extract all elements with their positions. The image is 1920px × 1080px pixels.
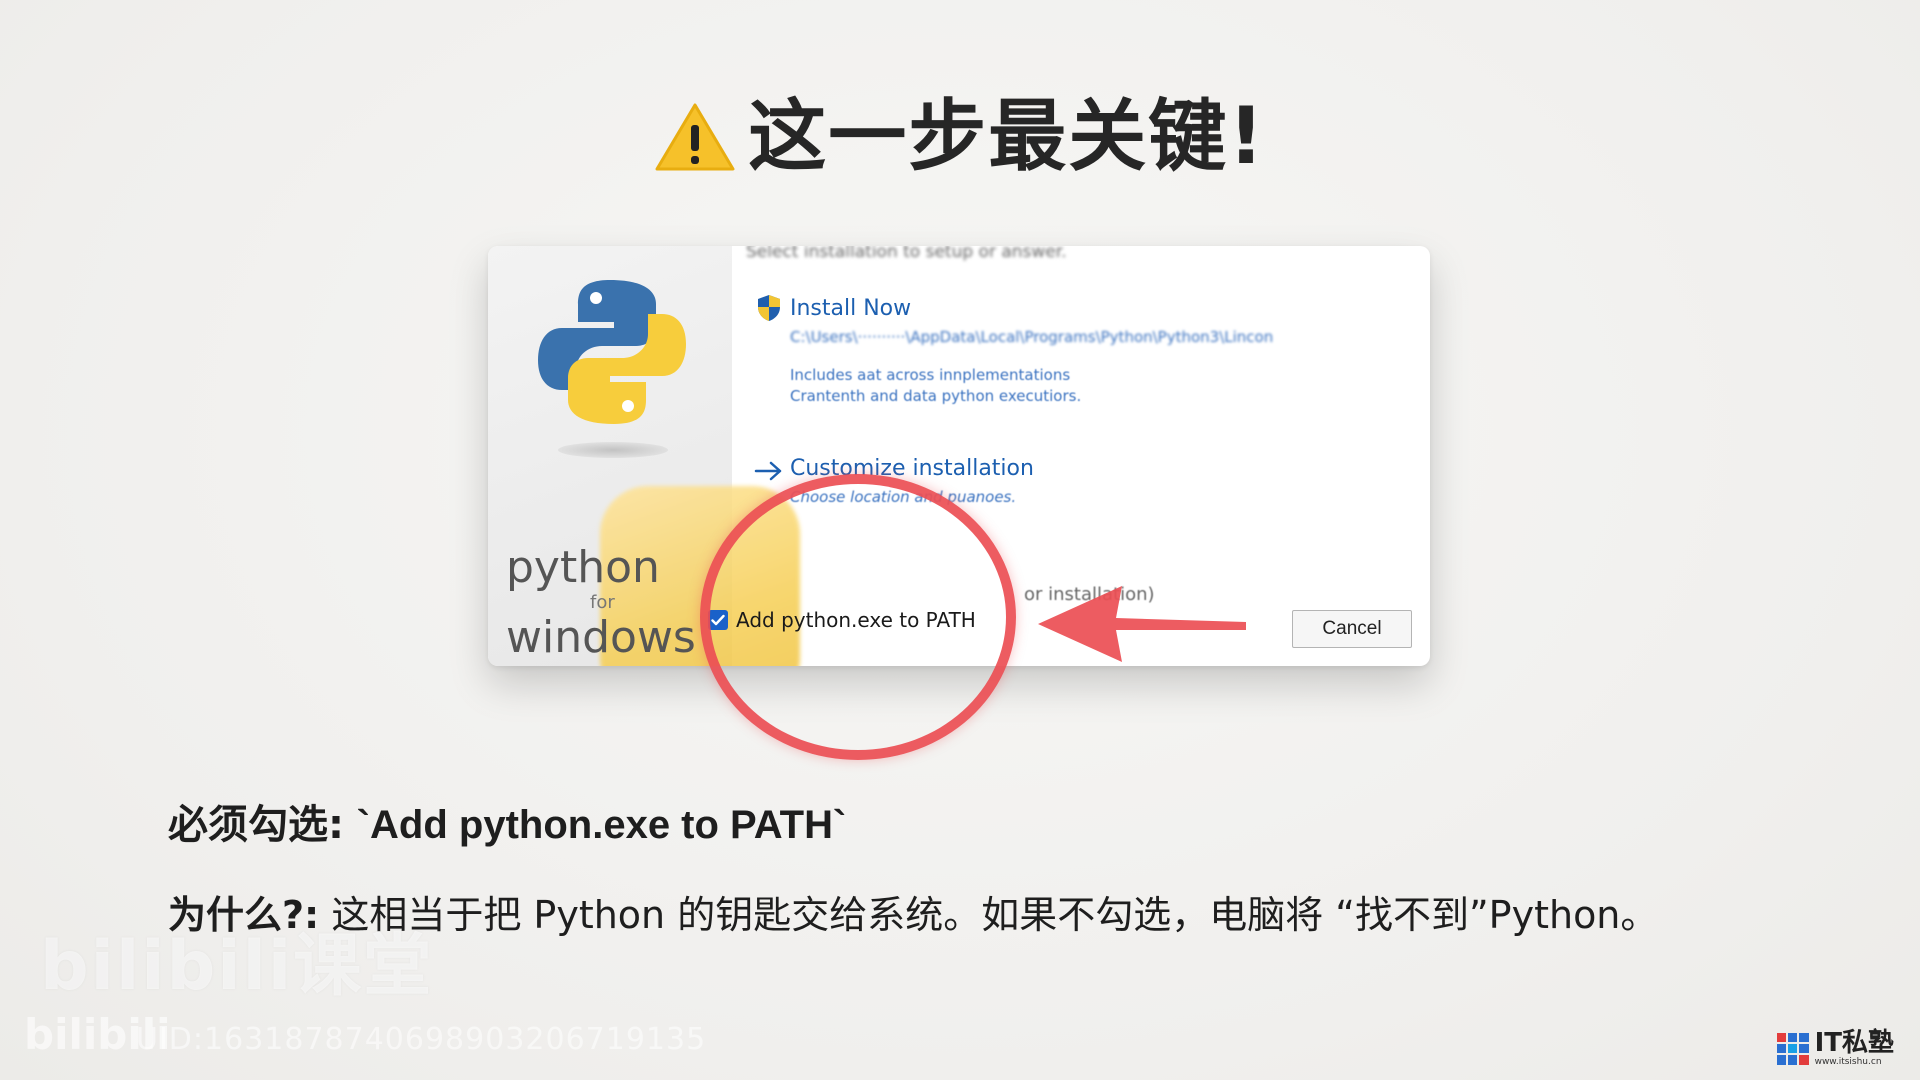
it-sishu-logo-text: IT私塾 www.itsishu.cn	[1815, 1030, 1894, 1067]
wordmark-python: python	[506, 542, 660, 593]
installer-options-panel: Select installation to setup or answer. …	[708, 246, 1430, 666]
uac-shield-icon	[758, 295, 780, 321]
reason-text: 这相当于把 Python 的钥匙交给系统。如果不勾选，电脑将 “找不到”Pyth…	[331, 893, 1659, 937]
uid-watermark: UID:1631878740698903206719135	[136, 1022, 707, 1057]
it-sishu-name: IT私塾	[1814, 1028, 1894, 1058]
slide-title-row: 这一步最关键!	[0, 98, 1920, 176]
wordmark-windows: windows	[506, 612, 696, 663]
python-logo-icon	[538, 280, 686, 424]
install-description-line2: Crantenth and data python executiors.	[790, 387, 1082, 405]
bilibili-watermark: bilibili课堂	[40, 927, 434, 1006]
it-sishu-url: www.itsishu.cn	[1814, 1057, 1882, 1067]
installer-side-panel: python for windows	[488, 246, 800, 666]
add-to-path-row[interactable]: Add python.exe to PATH	[708, 608, 976, 632]
installer-option-text: or installation)	[1024, 584, 1155, 605]
wordmark-for: for	[590, 592, 615, 613]
add-to-path-checkbox[interactable]	[708, 610, 728, 630]
installer-heading: Select installation to setup or answer.	[746, 246, 1067, 262]
warning-icon	[655, 103, 735, 171]
customize-installation-option[interactable]: Customize installation	[790, 456, 1034, 481]
instruction-line: 必须勾选: `Add python.exe to PATH`	[168, 792, 846, 850]
checkmark-icon	[711, 614, 725, 626]
python-for-windows-wordmark: python for windows	[506, 546, 696, 660]
cancel-button[interactable]: Cancel	[1292, 610, 1412, 648]
install-now-option[interactable]: Install Now	[790, 296, 911, 321]
installer-dialog: python for windows Select installation t…	[488, 246, 1430, 666]
install-path-text: C:\Users\··········\AppData\Local\Progra…	[790, 328, 1274, 346]
slide: 这一步最关键! python for windows Select instal…	[0, 0, 1920, 1080]
arrow-right-icon	[754, 461, 782, 481]
python-logo-shadow	[558, 442, 668, 458]
page-title: 这一步最关键!	[748, 92, 1266, 182]
install-description-line1: Includes aat across innplementations	[790, 366, 1071, 384]
instruction-value: `Add python.exe to PATH`	[356, 803, 847, 847]
it-sishu-logo-icon	[1776, 1032, 1809, 1065]
customize-description: Choose location and puanoes.	[790, 488, 1017, 506]
add-to-path-label: Add python.exe to PATH	[736, 608, 976, 632]
instruction-label: 必须勾选:	[168, 802, 344, 848]
it-sishu-logo: IT私塾 www.itsishu.cn	[1776, 1030, 1894, 1067]
